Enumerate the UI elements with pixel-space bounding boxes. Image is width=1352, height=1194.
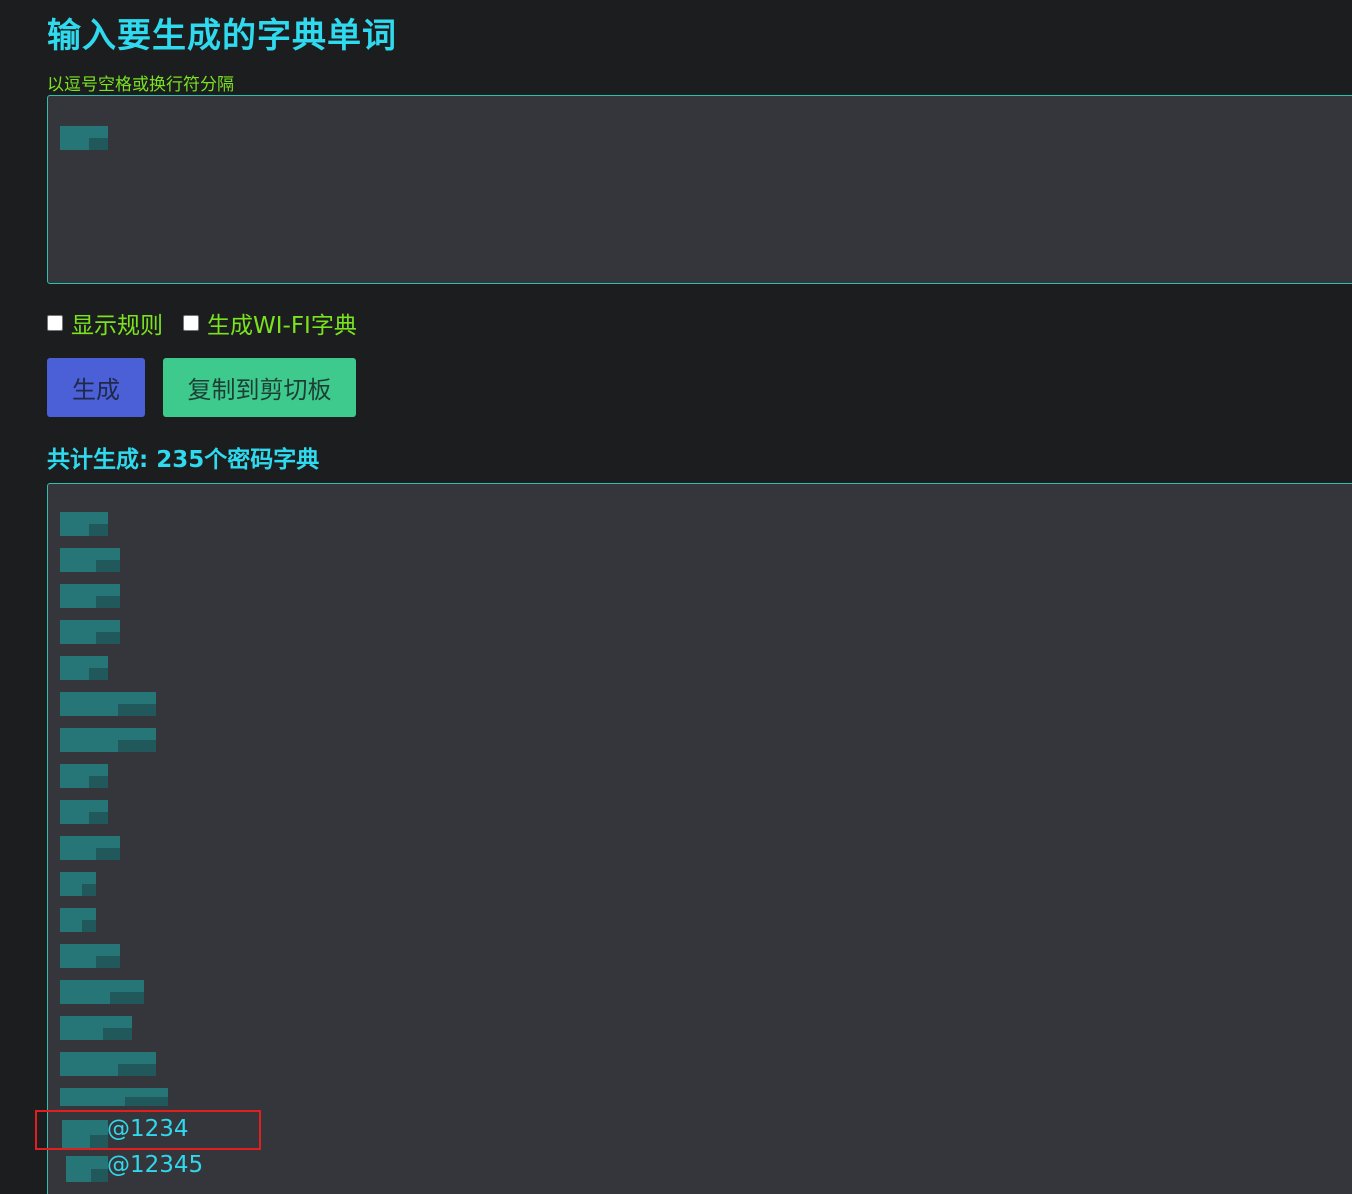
redacted-line — [60, 980, 144, 1004]
redacted-line — [60, 584, 120, 608]
words-input[interactable] — [47, 95, 1352, 284]
options-row: 显示规则 生成WI-FI字典 — [47, 306, 377, 340]
redacted-line — [60, 656, 108, 680]
result-output[interactable] — [47, 483, 1352, 1194]
wifi-dict-label: 生成WI-FI字典 — [207, 313, 357, 339]
highlight-box — [35, 1110, 261, 1150]
wifi-dict-option[interactable]: 生成WI-FI字典 — [183, 306, 357, 340]
redacted-line — [60, 1088, 168, 1106]
wifi-dict-checkbox[interactable] — [183, 315, 199, 331]
redacted-line — [60, 872, 96, 896]
redacted-line — [60, 908, 96, 932]
redacted-line — [60, 512, 108, 536]
redacted-line — [60, 836, 120, 860]
redacted-line — [60, 764, 108, 788]
redacted-line — [60, 728, 156, 752]
redacted-line — [60, 944, 120, 968]
input-hint: 以逗号空格或换行符分隔 — [47, 75, 234, 95]
redacted-line — [60, 692, 156, 716]
generate-button[interactable]: 生成 — [47, 358, 145, 417]
redacted-line — [60, 1052, 156, 1076]
redacted-line — [60, 1016, 132, 1040]
redacted-line — [60, 620, 120, 644]
result-line: @12345 — [107, 1152, 204, 1178]
redacted-line — [60, 548, 120, 572]
page: 输入要生成的字典单词 以逗号空格或换行符分隔 显示规则 生成WI-FI字典 生成… — [0, 0, 1352, 1194]
show-rules-checkbox[interactable] — [47, 315, 63, 331]
redacted-line — [60, 800, 108, 824]
show-rules-option[interactable]: 显示规则 — [47, 306, 163, 340]
redacted-line — [66, 1156, 108, 1182]
redacted-text — [60, 126, 108, 150]
show-rules-label: 显示规则 — [71, 313, 163, 339]
copy-to-clipboard-button[interactable]: 复制到剪切板 — [163, 358, 356, 417]
page-title: 输入要生成的字典单词 — [47, 16, 397, 56]
result-count: 共计生成: 235个密码字典 — [47, 447, 320, 473]
